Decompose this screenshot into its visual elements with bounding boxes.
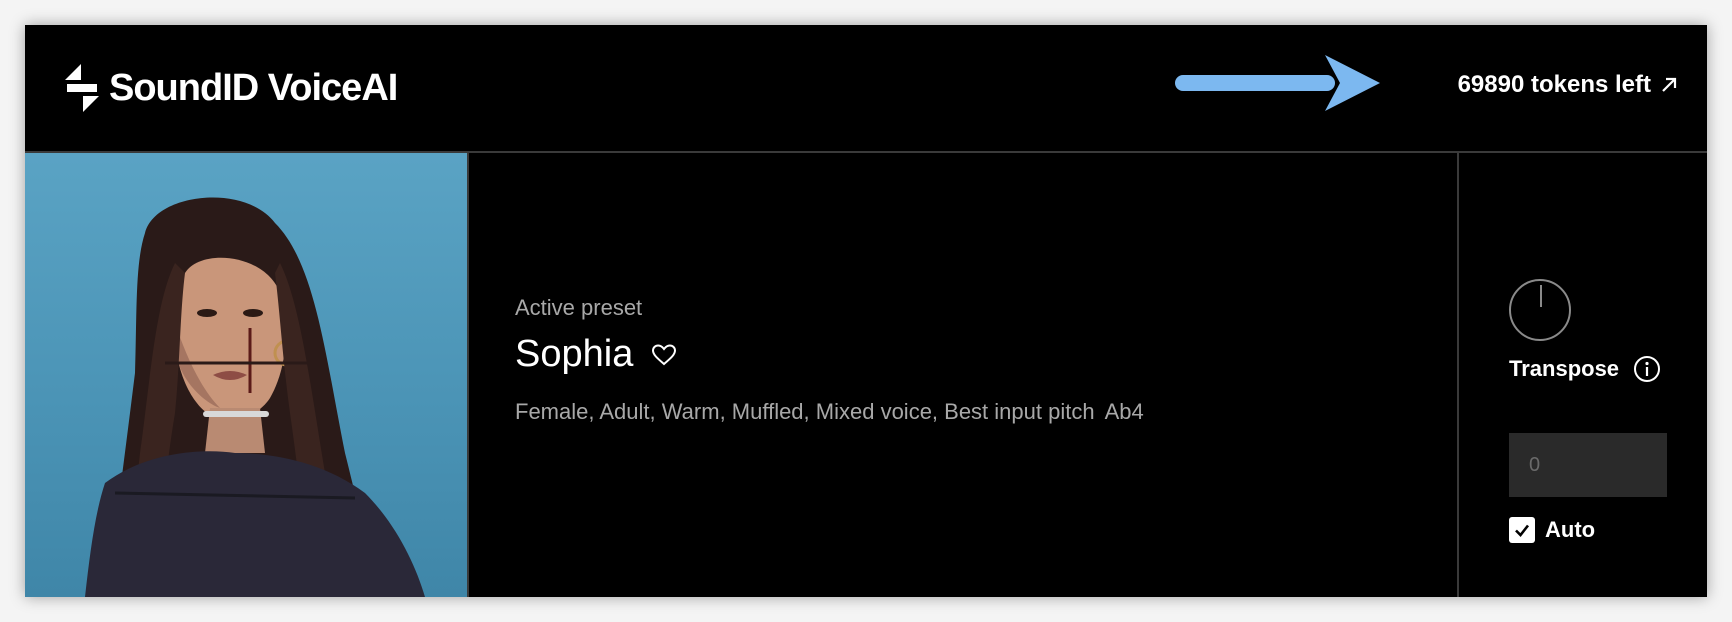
main-panel: Active preset Sophia Female, Adult, Warm… bbox=[25, 153, 1707, 597]
brand-name: SoundID VoiceAI bbox=[109, 66, 398, 109]
preset-portrait-image bbox=[25, 153, 469, 597]
active-preset-label: Active preset bbox=[515, 295, 643, 320]
plugin-window: SoundID VoiceAI 69890 tokens left Active… bbox=[25, 25, 1707, 597]
active-preset-panel: Active preset Sophia Female, Adult, Warm… bbox=[469, 153, 1457, 597]
info-icon bbox=[1634, 356, 1661, 382]
preset-tags: Female, Adult, Warm, Muffled, Mixed voic… bbox=[515, 399, 1144, 425]
auto-checkbox[interactable] bbox=[1509, 517, 1535, 543]
transpose-panel: Transpose Auto bbox=[1457, 153, 1707, 597]
header-bar: SoundID VoiceAI 69890 tokens left bbox=[25, 25, 1707, 153]
auto-toggle[interactable]: Auto bbox=[1509, 517, 1595, 543]
preset-name-row: Sophia bbox=[515, 333, 677, 376]
preset-tags-text: Female, Adult, Warm, Muffled, Mixed voic… bbox=[515, 399, 1095, 424]
heart-icon bbox=[652, 343, 677, 365]
favorite-button[interactable] bbox=[651, 343, 677, 367]
tokens-left-link[interactable]: 69890 tokens left bbox=[1458, 71, 1677, 99]
external-link-arrow-icon bbox=[1662, 77, 1677, 92]
transpose-row: Transpose bbox=[1509, 355, 1661, 383]
brand-logo: SoundID VoiceAI bbox=[65, 63, 398, 113]
tokens-left-label: 69890 tokens left bbox=[1457, 71, 1651, 98]
soundid-logo-icon bbox=[65, 64, 99, 112]
knob-indicator bbox=[1540, 285, 1542, 307]
transpose-knob[interactable] bbox=[1509, 279, 1571, 341]
annotation-arrow bbox=[1175, 55, 1380, 111]
transpose-info-button[interactable] bbox=[1633, 355, 1661, 383]
transpose-label: Transpose bbox=[1509, 356, 1620, 381]
preset-name: Sophia bbox=[515, 333, 634, 375]
auto-label: Auto bbox=[1545, 517, 1596, 542]
checkmark-icon bbox=[1515, 524, 1530, 537]
best-input-pitch-value: Ab4 bbox=[1104, 399, 1144, 424]
transpose-input[interactable] bbox=[1509, 433, 1667, 497]
